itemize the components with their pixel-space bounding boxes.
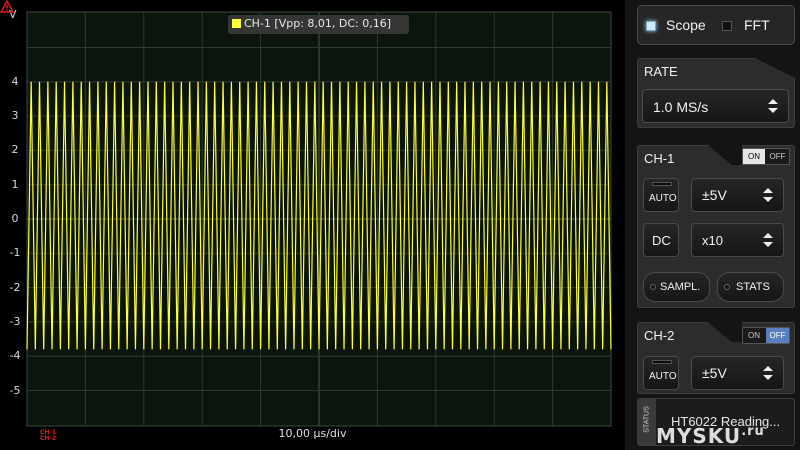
ch1-on-label: ON	[743, 149, 765, 164]
fft-radio-label: FFT	[744, 17, 770, 33]
channel-info-badge: CH-1 [Vpp: 8,01, DC: 0,16]	[228, 15, 409, 34]
ch1-tab-corner	[708, 145, 742, 165]
scope-radio-label: Scope	[666, 17, 706, 33]
y-tick-label: -3	[9, 314, 21, 328]
ch2-tab-corner	[708, 322, 742, 342]
y-tick-label: 0	[11, 212, 19, 225]
channel-info-text: CH-1 [Vpp: 8,01, DC: 0,16]	[244, 17, 392, 30]
rate-tab-corner	[755, 58, 795, 78]
stats-toggle-button[interactable]: STATS	[717, 272, 784, 302]
fft-radio[interactable]: FFT	[722, 17, 792, 35]
ch2-auto-button[interactable]: AUTO	[643, 356, 679, 390]
ch1-auto-indicator	[652, 182, 672, 186]
scope-radio[interactable]: Scope	[646, 17, 716, 35]
warning-icon	[0, 0, 14, 13]
ch2-title: CH-2	[644, 328, 675, 343]
updown-arrows-icon	[763, 366, 773, 380]
y-tick-label: 2	[11, 143, 19, 157]
ch2-range-select[interactable]: ±5V	[691, 356, 784, 390]
ch1-title: CH-1	[644, 151, 675, 166]
time-division-label: 10,00 µs/div	[278, 427, 347, 440]
y-tick-label: -5	[9, 383, 21, 397]
ch2-off-label: OFF	[766, 328, 789, 343]
ch1-range-select[interactable]: ±5V	[691, 178, 784, 212]
y-tick-label: 3	[11, 109, 19, 123]
ch1-range-value: ±5V	[702, 187, 727, 203]
ch1-coupling-button[interactable]: DC	[643, 223, 679, 257]
rate-value: 1.0 MS/s	[653, 99, 709, 115]
y-tick-label: -2	[9, 280, 21, 294]
y-tick-label: 4	[11, 74, 19, 88]
updown-arrows-icon	[763, 233, 773, 247]
sample-indicator-dot	[650, 284, 656, 290]
ch2-auto-label: AUTO	[649, 371, 677, 382]
ch1-probe-select[interactable]: x10	[691, 223, 784, 257]
ch2-range-value: ±5V	[702, 365, 727, 381]
ch2-on-label: ON	[748, 331, 760, 340]
updown-arrows-icon	[763, 188, 773, 202]
rate-section: RATE 1.0 MS/s	[637, 58, 795, 128]
status-label-strip: STATUS	[638, 399, 656, 445]
warning-channel-list: CH-1 CH-2	[40, 430, 56, 442]
ch1-section: CH-1 ON OFF AUTO ±5V DC x10 SAMPL. STATS	[637, 145, 795, 308]
warning-channel-2: CH-2	[40, 435, 57, 442]
stats-indicator-dot	[724, 284, 730, 290]
scope-display[interactable]: V 4 3 2 1 0 -1 -2 -3 -4 -5 CH-1 [Vpp: 8,01, DC: 0…	[0, 0, 625, 450]
fft-radio-indicator	[722, 21, 732, 31]
y-tick-label: -4	[9, 349, 21, 363]
watermark-suffix: .ru	[741, 424, 765, 439]
sample-toggle-button[interactable]: SAMPL.	[643, 272, 710, 302]
scope-radio-indicator	[646, 21, 656, 31]
rate-select[interactable]: 1.0 MS/s	[642, 89, 789, 123]
rate-title: RATE	[644, 64, 678, 79]
scope-plot	[26, 11, 612, 427]
status-section: STATUS HT6022 Reading... MYSKU.ru	[637, 398, 795, 448]
sample-label: SAMPL.	[660, 281, 701, 293]
updown-arrows-icon	[768, 99, 778, 113]
ch1-auto-button[interactable]: AUTO	[643, 178, 679, 212]
stats-label: STATS	[736, 281, 770, 293]
control-panel: Scope FFT RATE 1.0 MS/s CH-1 ON OFF AUTO…	[625, 0, 800, 450]
ch2-section: CH-2 ON OFF AUTO ±5V	[637, 322, 795, 394]
ch1-coupling-label: DC	[652, 233, 671, 248]
status-label: STATUS	[643, 406, 651, 433]
ch1-on-off-toggle[interactable]: ON OFF	[742, 148, 790, 165]
watermark-main: MYSKU	[656, 424, 742, 448]
ch2-on-off-toggle[interactable]: ON OFF	[742, 327, 790, 344]
ch1-probe-value: x10	[702, 233, 723, 248]
ch1-auto-label: AUTO	[649, 193, 677, 204]
ch1-off-label: OFF	[769, 152, 786, 161]
y-tick-label: -1	[9, 246, 21, 260]
y-tick-label: 1	[11, 177, 19, 191]
channel-color-swatch	[232, 19, 241, 28]
watermark-text: MYSKU.ru	[656, 424, 765, 448]
mode-selector: Scope FFT	[637, 5, 795, 45]
ch2-auto-indicator	[652, 360, 672, 364]
